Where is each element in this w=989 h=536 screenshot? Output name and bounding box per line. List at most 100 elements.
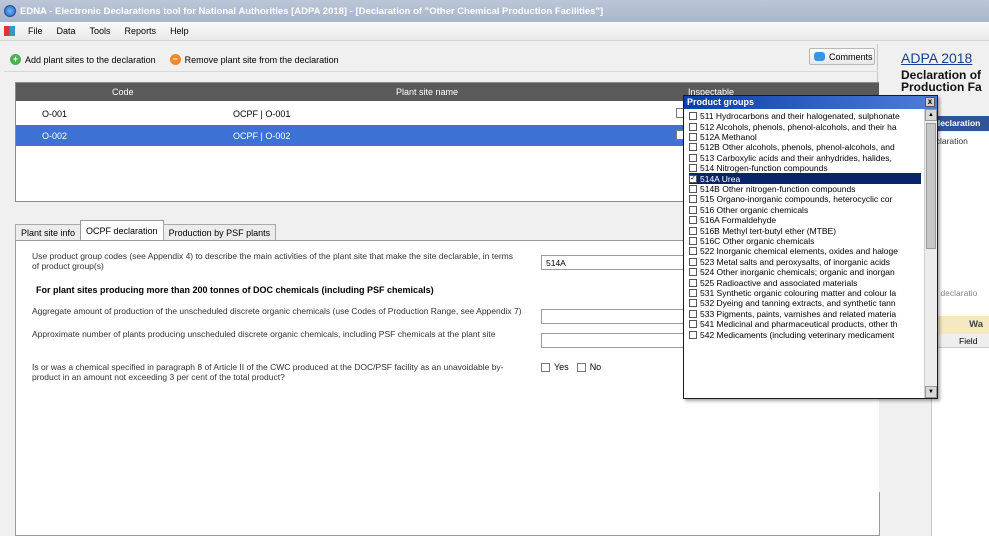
checkbox-icon[interactable] xyxy=(689,309,697,318)
checked-checkbox-icon[interactable]: ✓ xyxy=(689,174,697,183)
product-group-label: 542 Medicaments (including veterinary me… xyxy=(700,329,895,340)
popup-scrollbar[interactable]: ▲ ▼ xyxy=(924,109,937,398)
toolbar: + Add plant sites to the declaration − R… xyxy=(4,48,878,72)
add-plant-sites-label: Add plant sites to the declaration xyxy=(25,54,156,65)
add-icon: + xyxy=(10,54,21,65)
checkbox-icon[interactable] xyxy=(689,268,697,277)
product-group-label: 512B Other alcohols, phenols, phenol-alc… xyxy=(700,142,895,153)
checkbox-icon[interactable] xyxy=(689,278,697,287)
checkbox-icon[interactable] xyxy=(689,122,697,131)
product-group-option[interactable]: 516A Formaldehyde xyxy=(689,215,921,225)
product-group-option[interactable]: 541 Medicinal and pharmaceutical product… xyxy=(689,319,921,329)
product-group-option[interactable]: 525 Radioactive and associated materials xyxy=(689,277,921,288)
row-plant-site-name: OCPF | O-002 xyxy=(233,131,291,141)
product-group-option[interactable]: 524 Other inorganic chemicals; organic a… xyxy=(689,267,921,277)
checkbox-icon[interactable] xyxy=(689,143,697,152)
product-group-option[interactable]: ✓ 514A Urea xyxy=(689,173,921,184)
product-group-label: 516 Other organic chemicals xyxy=(700,204,809,215)
column-header-code[interactable]: Code xyxy=(112,87,134,97)
field-column-header[interactable]: Field xyxy=(931,334,989,348)
product-group-label: 533 Pigments, paints, varnishes and rela… xyxy=(700,308,897,319)
checkbox-icon[interactable] xyxy=(689,257,697,266)
product-group-option[interactable]: 514 Nitrogen-function compounds xyxy=(689,163,921,173)
menu-reports[interactable]: Reports xyxy=(118,26,164,36)
checkbox-icon[interactable] xyxy=(689,288,697,297)
product-group-label: 515 Organo-inorganic compounds, heterocy… xyxy=(700,194,893,205)
product-group-label: 531 Synthetic organic colouring matter a… xyxy=(700,287,897,298)
product-group-option[interactable]: 512A Methanol xyxy=(689,132,921,142)
checkbox-icon[interactable] xyxy=(689,184,697,193)
column-header-plant-site-name[interactable]: Plant site name xyxy=(396,87,458,97)
product-group-option[interactable]: 514B Other nitrogen-function compounds xyxy=(689,184,921,194)
checkbox-icon[interactable] xyxy=(689,320,697,329)
no-checkbox[interactable] xyxy=(576,362,586,372)
popup-title-bar: Product groups x xyxy=(684,96,937,109)
menu-bar: File Data Tools Reports Help xyxy=(0,22,989,41)
product-group-field[interactable]: 514A xyxy=(541,255,691,270)
product-group-option[interactable]: 522 Inorganic chemical elements, oxides … xyxy=(689,246,921,256)
product-group-option[interactable]: 516C Other organic chemicals xyxy=(689,236,921,246)
product-group-label: 516C Other organic chemicals xyxy=(700,235,815,246)
product-group-option[interactable]: 531 Synthetic organic colouring matter a… xyxy=(689,288,921,298)
app-icon xyxy=(4,5,16,17)
scroll-down-icon[interactable]: ▼ xyxy=(925,386,937,398)
product-group-option[interactable]: 542 Medicaments (including veterinary me… xyxy=(689,329,921,340)
section-heading: For plant sites producing more than 200 … xyxy=(36,285,434,295)
tab-plant-site-info[interactable]: Plant site info xyxy=(15,224,82,241)
remove-icon: − xyxy=(169,54,181,65)
add-plant-sites-button[interactable]: + Add plant sites to the declaration xyxy=(10,54,156,65)
product-group-option[interactable]: 513 Carboxylic acids and their anhydride… xyxy=(689,153,921,163)
tab-ocpf-declaration[interactable]: OCPF declaration xyxy=(80,220,164,241)
comments-button[interactable]: Comments xyxy=(809,48,875,65)
checkbox-icon[interactable] xyxy=(689,195,697,204)
product-group-option[interactable]: 533 Pigments, paints, varnishes and rela… xyxy=(689,309,921,319)
checkbox-icon[interactable] xyxy=(689,330,697,339)
menu-file[interactable]: File xyxy=(21,26,50,36)
title-bar: EDNA - Electronic Declarations tool for … xyxy=(0,0,989,22)
scroll-thumb[interactable] xyxy=(926,123,936,249)
checkbox-icon[interactable] xyxy=(689,112,697,121)
app-menu-icon[interactable] xyxy=(4,26,15,36)
checkbox-icon[interactable] xyxy=(689,299,697,308)
product-group-option[interactable]: 523 Metal salts and peroxysalts, of inor… xyxy=(689,257,921,267)
comments-label: Comments xyxy=(829,51,873,62)
window-title: EDNA - Electronic Declarations tool for … xyxy=(20,5,604,17)
number-of-plants-question: Approximate number of plants producing u… xyxy=(32,329,496,339)
product-group-option[interactable]: 512 Alcohols, phenols, phenol-alcohols, … xyxy=(689,121,921,132)
yes-checkbox[interactable] xyxy=(541,362,550,372)
product-group-option[interactable]: 515 Organo-inorganic compounds, heterocy… xyxy=(689,194,921,204)
tab-declaration-side[interactable]: declaration xyxy=(931,116,989,131)
checkbox-icon[interactable] xyxy=(689,205,697,214)
close-icon[interactable]: x xyxy=(925,97,935,107)
tab-production-by-psf-plants[interactable]: Production by PSF plants xyxy=(162,224,277,241)
menu-tools[interactable]: Tools xyxy=(83,26,118,36)
product-group-option[interactable]: 516 Other organic chemicals xyxy=(689,205,921,215)
remove-plant-site-button[interactable]: − Remove plant site from the declaration xyxy=(169,54,339,65)
menu-data[interactable]: Data xyxy=(50,26,83,36)
checkbox-icon[interactable] xyxy=(689,153,697,162)
checkbox-icon[interactable] xyxy=(689,164,697,173)
product-group-option[interactable]: 512B Other alcohols, phenols, phenol-alc… xyxy=(689,142,921,152)
checkbox-icon[interactable] xyxy=(689,132,697,141)
checkbox-icon[interactable] xyxy=(689,216,697,225)
aggregate-production-select[interactable] xyxy=(541,309,701,324)
product-groups-popup: Product groups x 511 Hydrocarbons and th… xyxy=(683,95,938,399)
product-group-option[interactable]: 532 Dyeing and tanning extracts, and syn… xyxy=(689,298,921,308)
number-of-plants-field[interactable] xyxy=(541,333,701,348)
checkbox-icon[interactable] xyxy=(689,226,697,235)
product-group-label: 541 Medicinal and pharmaceutical product… xyxy=(700,319,898,330)
warnings-header: Wa xyxy=(931,316,989,334)
product-group-label: 514A Urea xyxy=(700,173,741,184)
menu-help[interactable]: Help xyxy=(163,26,196,36)
product-group-option[interactable]: 511 Hydrocarbons and their halogenated, … xyxy=(689,111,921,121)
product-group-option[interactable]: 516B Methyl tert-butyl ether (MTBE) xyxy=(689,225,921,236)
checkbox-icon[interactable] xyxy=(689,247,697,256)
product-group-label: 512 Alcohols, phenols, phenol-alcohols, … xyxy=(700,121,897,132)
checkbox-icon[interactable] xyxy=(689,236,697,245)
product-group-label: 524 Other inorganic chemicals; organic a… xyxy=(700,267,895,278)
scroll-up-icon[interactable]: ▲ xyxy=(925,109,937,121)
row-code: O-002 xyxy=(42,131,68,141)
adpa-link[interactable]: ADPA 2018 xyxy=(901,50,972,66)
product-group-label: 511 Hydrocarbons and their halogenated, … xyxy=(700,111,900,122)
declaration-title: Declaration of Production Fa xyxy=(901,69,982,93)
